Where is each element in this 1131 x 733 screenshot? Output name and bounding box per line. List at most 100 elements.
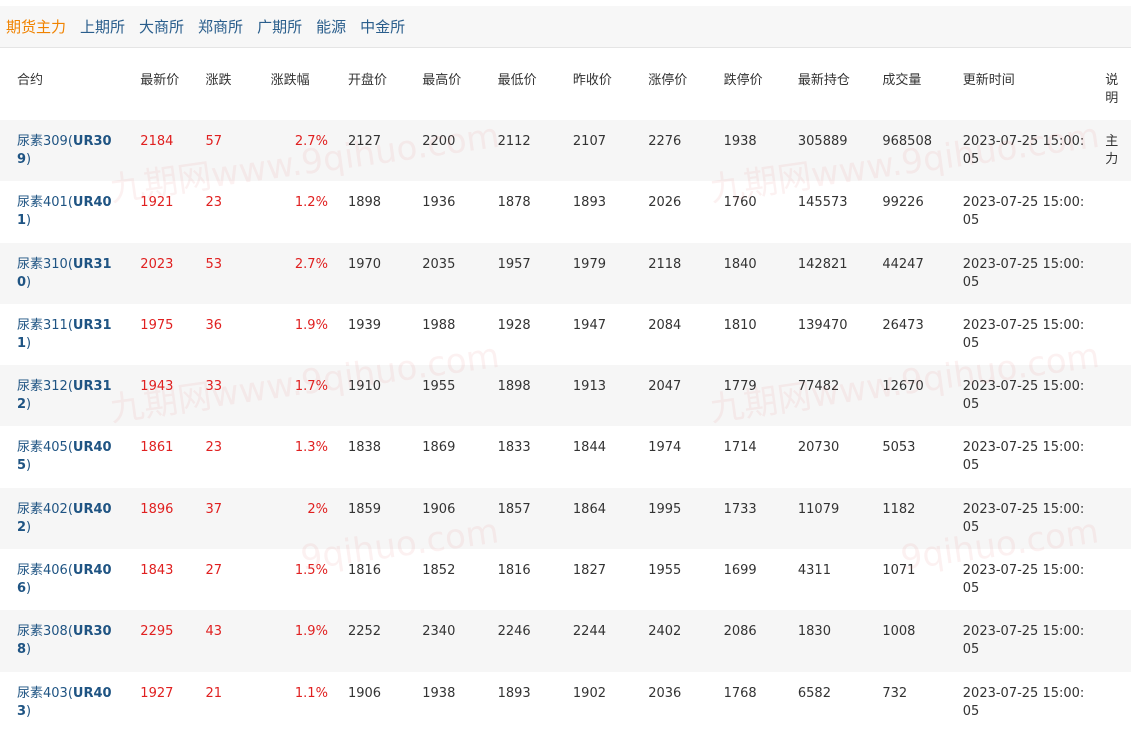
cell-open: 1838 xyxy=(337,426,413,488)
contract-link[interactable]: 尿素402(UR402) xyxy=(0,487,131,550)
cell-high: 2340 xyxy=(412,610,488,672)
contract-link[interactable]: 尿素401(UR401) xyxy=(0,181,131,243)
table-row: 尿素308(UR308) 2295 43 1.9% 2252 2340 2246 2244 24… xyxy=(0,610,1131,672)
cell-pct: 1.7% xyxy=(260,365,338,427)
column-header: 合约 xyxy=(0,58,131,120)
cell-oi: 11079 xyxy=(787,487,873,550)
paren: ) xyxy=(26,458,32,474)
tab-3[interactable]: 郑商所 xyxy=(198,16,243,37)
contract-link[interactable]: 尿素312(UR312) xyxy=(0,365,131,427)
paren: ) xyxy=(26,642,32,658)
cell-last: 1896 xyxy=(130,487,196,550)
cell-note xyxy=(1095,610,1131,672)
cell-limit-down: 1840 xyxy=(713,242,788,304)
cell-time: 2023-07-25 15:00:05 xyxy=(952,303,1096,366)
contract-link[interactable]: 尿素403(UR403) xyxy=(0,671,131,733)
contract-name: 尿素310 xyxy=(17,256,68,272)
paren: ) xyxy=(26,519,32,535)
cell-limit-down: 1699 xyxy=(713,549,788,611)
tab-6[interactable]: 中金所 xyxy=(360,16,405,37)
contract-name: 尿素403 xyxy=(17,685,68,701)
cell-pct: 1.9% xyxy=(260,303,338,366)
cell-limit-down: 1810 xyxy=(713,303,788,366)
column-header: 跌停价 xyxy=(713,58,788,120)
cell-vol: 44247 xyxy=(872,242,953,304)
cell-limit-down: 1714 xyxy=(713,426,788,488)
cell-limit-down: 1733 xyxy=(713,487,788,550)
tab-5[interactable]: 能源 xyxy=(316,16,346,37)
contract-link[interactable]: 尿素311(UR311) xyxy=(0,303,131,366)
contract-link[interactable]: 尿素405(UR405) xyxy=(0,426,131,488)
contract-link[interactable]: 尿素309(UR309) xyxy=(0,120,131,182)
cell-pct: 1.1% xyxy=(260,671,338,733)
cell-limit-down: 2086 xyxy=(713,610,788,672)
cell-oi: 1830 xyxy=(787,610,873,672)
cell-low: 1857 xyxy=(487,487,563,550)
cell-vol: 1071 xyxy=(872,549,953,611)
cell-prev: 1893 xyxy=(562,181,639,243)
cell-limit-down: 1768 xyxy=(713,671,788,733)
cell-chg: 57 xyxy=(195,120,261,182)
column-header: 最高价 xyxy=(412,58,488,120)
tab-2[interactable]: 大商所 xyxy=(139,16,184,37)
cell-vol: 1182 xyxy=(872,487,953,550)
cell-time: 2023-07-25 15:00:05 xyxy=(952,181,1096,243)
cell-prev: 2107 xyxy=(562,120,639,182)
cell-time: 2023-07-25 15:00:05 xyxy=(952,120,1096,182)
cell-note: 主力 xyxy=(1095,120,1131,182)
cell-open: 1970 xyxy=(337,242,413,304)
paren: ) xyxy=(26,703,32,719)
cell-pct: 1.2% xyxy=(260,181,338,243)
cell-time: 2023-07-25 15:00:05 xyxy=(952,610,1096,672)
table-row: 尿素401(UR401) 1921 23 1.2% 1898 1936 1878 1893 20… xyxy=(0,181,1131,243)
cell-prev: 2244 xyxy=(562,610,639,672)
cell-oi: 142821 xyxy=(787,242,873,304)
cell-last: 2295 xyxy=(130,610,196,672)
contract-name: 尿素405 xyxy=(17,440,68,456)
cell-time: 2023-07-25 15:00:05 xyxy=(952,549,1096,611)
cell-low: 2112 xyxy=(487,120,563,182)
table-row: 尿素405(UR405) 1861 23 1.3% 1838 1869 1833 1844 19… xyxy=(0,426,1131,488)
column-header: 最新价 xyxy=(130,58,196,120)
cell-high: 1938 xyxy=(412,671,488,733)
cell-note xyxy=(1095,487,1131,550)
cell-time: 2023-07-25 15:00:05 xyxy=(952,671,1096,733)
tab-4[interactable]: 广期所 xyxy=(257,16,302,37)
cell-high: 1869 xyxy=(412,426,488,488)
tab-0[interactable]: 期货主力 xyxy=(6,16,66,37)
cell-vol: 26473 xyxy=(872,303,953,366)
cell-note xyxy=(1095,242,1131,304)
contract-name: 尿素309 xyxy=(17,134,68,149)
cell-high: 1988 xyxy=(412,303,488,366)
paren: ) xyxy=(26,213,32,229)
cell-low: 1816 xyxy=(487,549,563,611)
cell-open: 1906 xyxy=(337,671,413,733)
table-row: 尿素402(UR402) 1896 37 2% 1859 1906 1857 1864 1995… xyxy=(0,487,1131,550)
cell-limit-up: 2036 xyxy=(638,671,714,733)
cell-note xyxy=(1095,303,1131,366)
cell-last: 1921 xyxy=(130,181,196,243)
cell-oi: 6582 xyxy=(787,671,873,733)
cell-prev: 1864 xyxy=(562,487,639,550)
table-row: 尿素403(UR403) 1927 21 1.1% 1906 1938 1893 1902 20… xyxy=(0,671,1131,733)
cell-high: 2200 xyxy=(412,120,488,182)
cell-time: 2023-07-25 15:00:05 xyxy=(952,487,1096,550)
quotes-table: 合约 最新价 涨跌 涨跌幅 开盘价 最高价 最低价 昨收价 涨停价 跌停价 最新持仓 成交量 更新时间说… xyxy=(0,58,1131,733)
cell-high: 2035 xyxy=(412,242,488,304)
tab-1[interactable]: 上期所 xyxy=(80,16,125,37)
cell-low: 1898 xyxy=(487,365,563,427)
cell-chg: 36 xyxy=(195,303,261,366)
contract-link[interactable]: 尿素310(UR310) xyxy=(0,242,131,304)
cell-vol: 5053 xyxy=(872,426,953,488)
cell-oi: 20730 xyxy=(787,426,873,488)
cell-vol: 732 xyxy=(872,671,953,733)
cell-high: 1955 xyxy=(412,365,488,427)
contract-link[interactable]: 尿素406(UR406) xyxy=(0,549,131,611)
cell-vol: 12670 xyxy=(872,365,953,427)
exchange-tabs: 期货主力 上期所 大商所 郑商所 广期所 能源 中金所 xyxy=(0,6,1131,48)
table-header: 合约 最新价 涨跌 涨跌幅 开盘价 最高价 最低价 昨收价 涨停价 跌停价 最新持仓 成交量 更新时间说… xyxy=(0,58,1131,120)
cell-limit-up: 2276 xyxy=(638,120,714,182)
table-row: 尿素309(UR309) 2184 57 2.7% 2127 2200 2112 2107 22… xyxy=(0,120,1131,182)
cell-open: 1898 xyxy=(337,181,413,243)
contract-link[interactable]: 尿素308(UR308) xyxy=(0,610,131,672)
